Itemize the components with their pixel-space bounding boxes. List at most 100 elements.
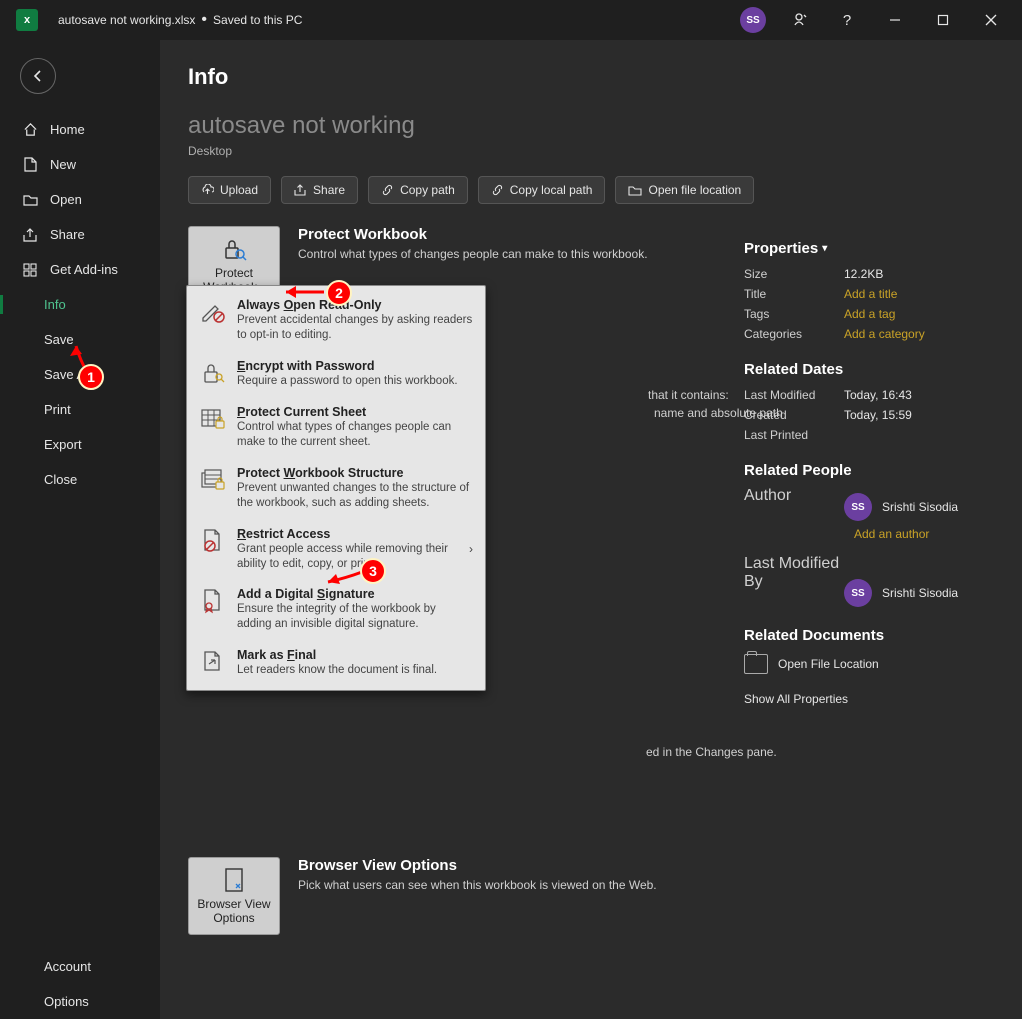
new-icon	[22, 157, 38, 172]
property-add-link[interactable]: Add a title	[844, 287, 897, 301]
menu-item-description: Let readers know the document is final.	[237, 663, 437, 678]
property-key: Author	[744, 487, 844, 505]
annotation-badge-1: 1	[78, 364, 104, 390]
chevron-right-icon: ›	[469, 542, 473, 556]
title-separator: •	[201, 11, 207, 29]
button-label: Upload	[220, 183, 258, 197]
document-ribbon-icon	[199, 587, 227, 615]
pencil-prohibit-icon	[199, 298, 227, 326]
page-title: Info	[188, 64, 994, 90]
menu-item-description: Require a password to open this workbook…	[237, 374, 458, 389]
user-avatar-chip[interactable]: SS	[740, 7, 766, 33]
sidebar-item-label: Close	[44, 472, 77, 487]
document-location: Desktop	[188, 144, 994, 158]
sidebar-item-close[interactable]: Close	[0, 462, 160, 497]
property-add-link[interactable]: Add a tag	[844, 307, 895, 321]
minimize-button[interactable]	[872, 0, 918, 40]
sidebar-item-label: Account	[44, 959, 91, 974]
sidebar-item-account[interactable]: Account	[0, 949, 160, 984]
sidebar-item-label: Share	[50, 227, 85, 242]
related-documents-heading: Related Documents	[744, 627, 994, 644]
sidebar-item-open[interactable]: Open	[0, 182, 160, 217]
upload-icon	[201, 184, 214, 196]
menu-item-title: Restrict Access	[237, 527, 459, 541]
property-value: Today, 15:59	[844, 408, 912, 422]
home-icon	[22, 122, 38, 137]
file-name: autosave not working.xlsx	[58, 13, 195, 27]
ribbon-display-icon[interactable]	[776, 0, 822, 40]
sidebar-item-label: Open	[50, 192, 82, 207]
menu-item-description: Control what types of changes people can…	[237, 420, 473, 450]
sidebar-item-label: Print	[44, 402, 71, 417]
person-avatar: SS	[844, 493, 872, 521]
back-button[interactable]	[20, 58, 56, 94]
property-key: Tags	[744, 307, 844, 321]
hidden-section-fragment: ed in the Changes pane.	[646, 745, 777, 759]
sidebar-item-addins[interactable]: Get Add-ins	[0, 252, 160, 287]
property-add-link[interactable]: Add a category	[844, 327, 925, 341]
open-file-location-link[interactable]: Open File Location	[744, 654, 994, 674]
help-icon[interactable]: ?	[824, 0, 870, 40]
sidebar-item-label: Info	[44, 297, 66, 312]
annotation-badge-3: 3	[360, 558, 386, 584]
share-icon	[22, 228, 38, 242]
sidebar-item-share[interactable]: Share	[0, 217, 160, 252]
person-avatar: SS	[844, 579, 872, 607]
section-description: Pick what users can see when this workbo…	[298, 878, 728, 892]
maximize-button[interactable]	[920, 0, 966, 40]
folder-icon	[744, 654, 768, 674]
share-icon	[294, 184, 307, 196]
link-icon	[491, 184, 504, 196]
protect-workbook-menu: Always Open Read-OnlyPrevent accidental …	[186, 285, 486, 691]
person-name: Srishti Sisodia	[882, 500, 958, 514]
show-all-properties-link[interactable]: Show All Properties	[744, 692, 994, 706]
share-button[interactable]: Share	[281, 176, 358, 204]
sheet-lock-icon	[199, 405, 227, 433]
annotation-arrow-2	[278, 282, 328, 307]
addins-icon	[22, 263, 38, 277]
property-value: Today, 16:43	[844, 388, 912, 402]
annotation-badge-2: 2	[326, 280, 352, 306]
menu-item-encrypt-password[interactable]: Encrypt with PasswordRequire a password …	[187, 351, 485, 397]
lock-search-icon	[219, 236, 249, 262]
section-heading: Browser View Options	[298, 857, 728, 874]
lock-key-icon	[199, 359, 227, 387]
sidebar-item-home[interactable]: Home	[0, 112, 160, 147]
sidebar-item-print[interactable]: Print	[0, 392, 160, 427]
sidebar-item-export[interactable]: Export	[0, 427, 160, 462]
excel-logo-icon: x	[16, 9, 38, 31]
link-label: Open File Location	[778, 657, 879, 671]
sidebar: Home New Open Share Get Add-ins Info	[0, 40, 160, 1019]
menu-item-protect-workbook-structure[interactable]: Protect Workbook StructurePrevent unwant…	[187, 458, 485, 519]
save-status: Saved to this PC	[213, 13, 302, 27]
upload-button[interactable]: Upload	[188, 176, 271, 204]
property-key: Last Modified	[744, 388, 844, 402]
property-key: Categories	[744, 327, 844, 341]
menu-item-description: Ensure the integrity of the workbook by …	[237, 602, 473, 632]
add-author-link[interactable]: Add an author	[854, 527, 994, 541]
document-name: autosave not working	[188, 112, 994, 140]
menu-item-title: Mark as Final	[237, 648, 437, 662]
person-name: Srishti Sisodia	[882, 586, 958, 600]
sidebar-item-info[interactable]: Info	[0, 287, 160, 322]
menu-item-title: Protect Workbook Structure	[237, 466, 473, 480]
copy-local-path-button[interactable]: Copy local path	[478, 176, 606, 204]
menu-item-protect-current-sheet[interactable]: Protect Current SheetControl what types …	[187, 397, 485, 458]
property-key: Created	[744, 408, 844, 422]
sidebar-item-options[interactable]: Options	[0, 984, 160, 1019]
property-key: Title	[744, 287, 844, 301]
button-label: Copy path	[400, 183, 455, 197]
menu-item-title: Always Open Read-Only	[237, 298, 473, 312]
properties-heading[interactable]: Properties▾	[744, 240, 994, 257]
browser-view-options-button[interactable]: Browser ViewOptions	[188, 857, 280, 935]
button-label: Share	[313, 183, 345, 197]
property-key: Last Modified By	[744, 555, 844, 591]
folder-icon	[628, 185, 642, 196]
menu-item-mark-as-final[interactable]: Mark as FinalLet readers know the docume…	[187, 640, 485, 686]
close-button[interactable]	[968, 0, 1014, 40]
sidebar-item-new[interactable]: New	[0, 147, 160, 182]
property-value: 12.2KB	[844, 267, 883, 281]
menu-item-description: Prevent unwanted changes to the structur…	[237, 481, 473, 511]
copy-path-button[interactable]: Copy path	[368, 176, 468, 204]
open-file-location-button[interactable]: Open file location	[615, 176, 754, 204]
